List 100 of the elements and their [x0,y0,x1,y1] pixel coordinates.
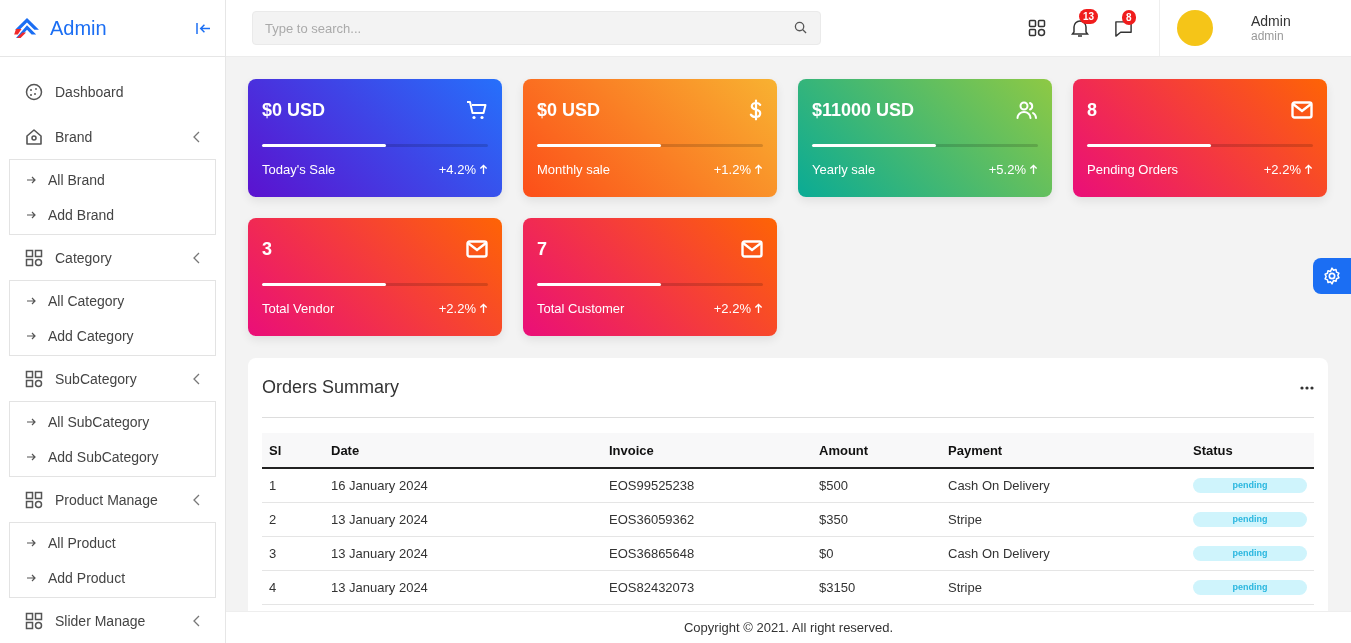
mail-icon [1291,101,1313,119]
menu-item[interactable]: Product Manage [9,477,216,522]
column-header: Sl [262,433,324,468]
bell-icon[interactable] [1071,18,1089,38]
table-cell: EOS36865648 [602,536,812,571]
chevron-left-icon [193,493,200,506]
table-cell: Stripe [941,502,1186,537]
table-cell: EOS99525238 [602,468,812,503]
column-header: Status [1186,433,1314,468]
table-cell: Cash On Delivery [941,536,1186,571]
cart-icon [466,100,488,120]
apps-grid-icon[interactable] [1028,19,1046,37]
search-field[interactable]: Type to search... [252,11,821,45]
table-cell: $350 [812,502,941,537]
change-percent: +2.2% [1263,162,1301,177]
arrow-right-icon [26,209,36,220]
submenu-item[interactable]: Add Product [10,560,215,595]
users-icon [1016,100,1038,120]
arrow-up-icon [1029,164,1038,175]
grid-icon [25,611,43,630]
status-badge: pending [1193,512,1307,527]
submenu-item[interactable]: Add Brand [10,197,215,232]
change-percent: +4.2% [438,162,476,177]
table-cell: Stripe [941,570,1186,605]
submenu-item[interactable]: Add Category [10,318,215,353]
collapse-sidebar-icon[interactable] [196,21,211,35]
notification-count: 13 [1079,9,1099,24]
stat-value: 8 [1087,99,1097,121]
table-cell: $500 [812,468,941,503]
chevron-left-icon [193,251,200,264]
arrow-up-icon [479,164,488,175]
table-cell: $3150 [812,570,941,605]
stat-value: $11000 USD [812,99,915,121]
arrow-up-icon [754,303,763,314]
settings-button[interactable] [1313,258,1351,294]
dollar-icon [749,99,763,121]
arrow-up-icon [754,164,763,175]
logo-text[interactable]: Admin [50,16,186,40]
arrow-right-icon [26,330,36,341]
table-cell: 3 [262,536,324,571]
table-cell: Cash On Delivery [941,468,1186,503]
change-percent: +5.2% [988,162,1026,177]
grid-icon [25,369,43,388]
menu-item[interactable]: Category [9,235,216,280]
table-cell: 13 January 2024 [324,536,602,571]
submenu-item[interactable]: All SubCategory [10,404,215,439]
table-cell: $0 [812,536,941,571]
mail-icon [741,240,763,258]
menu-item[interactable]: Slider Manage [9,598,216,643]
submenu-item[interactable]: All Brand [10,162,215,197]
stat-label: Today's Sale [262,162,336,177]
card-title: Orders Summary [262,377,400,398]
stat-label: Total Vendor [262,301,335,316]
change-percent: +1.2% [713,162,751,177]
mail-icon [466,240,488,258]
menu-item[interactable]: Brand [9,114,216,159]
submenu-item[interactable]: All Category [10,283,215,318]
chevron-left-icon [193,130,200,143]
chevron-left-icon [193,614,200,627]
arrow-right-icon [26,174,36,185]
status-badge: pending [1193,580,1307,595]
more-icon[interactable] [1300,385,1314,390]
menu-item[interactable]: SubCategory [9,356,216,401]
table-cell: 13 January 2024 [324,502,602,537]
user-role: admin [1251,29,1284,43]
stat-label: Total Customer [537,301,625,316]
gear-icon [1322,266,1342,286]
stat-value: 3 [262,238,272,260]
submenu-item[interactable]: Add SubCategory [10,439,215,474]
stat-label: Monthly sale [537,162,610,177]
stat-label: Pending Orders [1087,162,1179,177]
cookie-icon [25,82,43,101]
arrow-up-icon [1304,164,1313,175]
column-header: Invoice [602,433,812,468]
logo-icon [14,17,40,39]
stat-label: Yearly sale [812,162,876,177]
menu-item[interactable]: Dashboard [9,69,216,114]
arrow-right-icon [26,416,36,427]
column-header: Amount [812,433,941,468]
grid-icon [25,490,43,509]
table-cell: EOS82432073 [602,570,812,605]
table-cell: 1 [262,468,324,503]
chevron-left-icon [193,372,200,385]
copyright-text: Copyright © 2021. All right reserved. [684,620,893,635]
column-header: Date [324,433,602,468]
table-cell: EOS36059362 [602,502,812,537]
status-badge: pending [1193,546,1307,561]
arrow-right-icon [26,295,36,306]
stat-value: 7 [537,238,547,260]
arrow-right-icon [26,572,36,583]
user-name: Admin [1251,13,1291,29]
change-percent: +2.2% [438,301,476,316]
status-badge: pending [1193,478,1307,493]
table-cell: 16 January 2024 [324,468,602,503]
submenu-item[interactable]: All Product [10,525,215,560]
table-cell: 4 [262,570,324,605]
message-count: 8 [1122,9,1136,25]
stat-value: $0 USD [537,99,601,121]
search-icon [794,21,807,34]
arrow-up-icon [479,303,488,314]
